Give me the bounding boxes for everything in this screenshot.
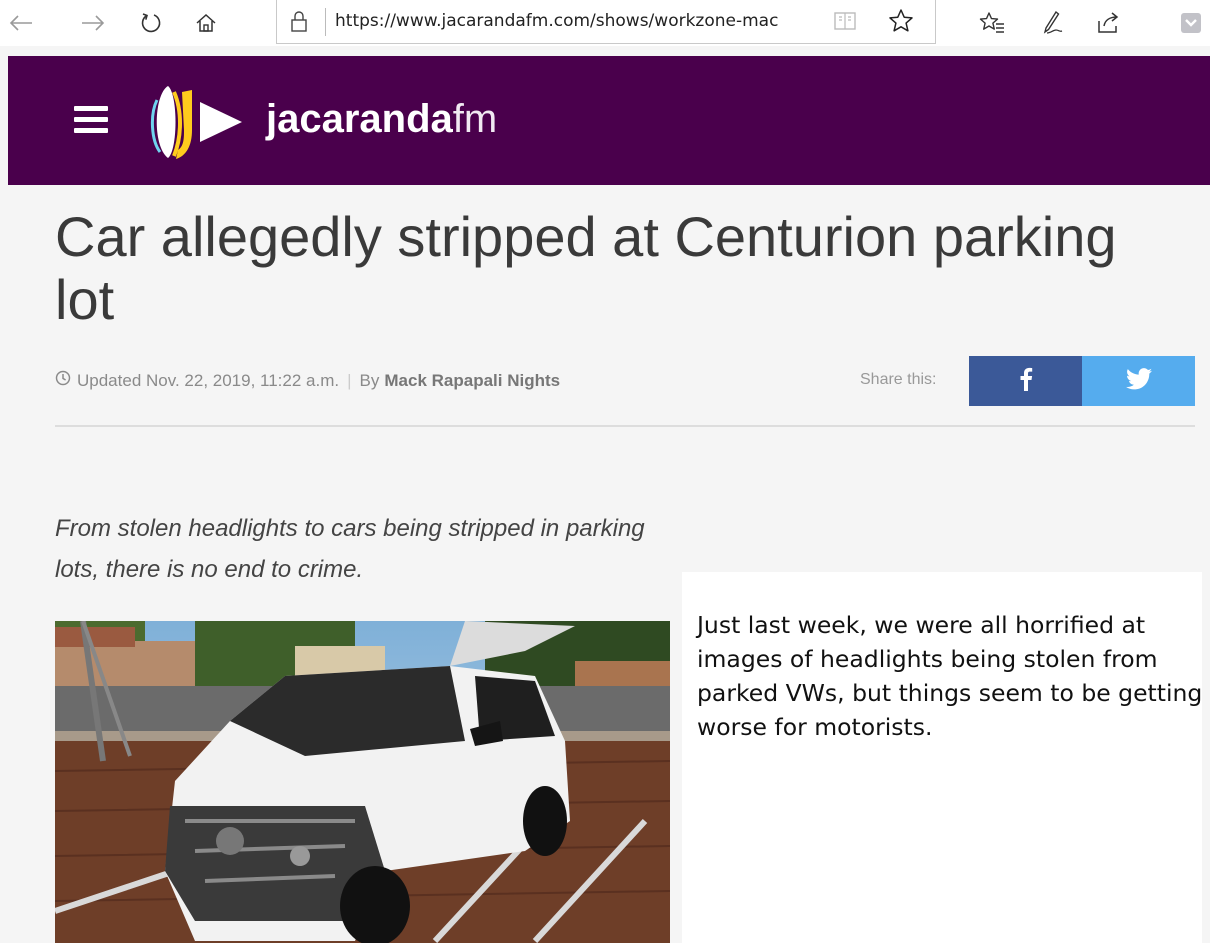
- meta-divider: [55, 425, 1195, 427]
- twitter-icon: [1125, 367, 1152, 395]
- favorites-list-icon[interactable]: [975, 6, 1009, 40]
- browser-toolbar: https://www.jacarandafm.com/shows/workzo…: [0, 0, 1210, 46]
- pocket-icon[interactable]: [1176, 6, 1206, 40]
- address-bar[interactable]: https://www.jacarandafm.com/shows/workzo…: [276, 0, 936, 44]
- byline-prefix: By: [359, 370, 380, 390]
- lock-icon: [289, 10, 309, 39]
- back-icon[interactable]: [4, 6, 38, 40]
- address-divider: [325, 8, 326, 36]
- site-header: jacarandafm: [8, 56, 1210, 185]
- logo-fm-text: fm: [452, 97, 498, 141]
- favorite-star-icon[interactable]: [887, 7, 915, 40]
- article-title: Car allegedly stripped at Centurion park…: [55, 205, 1117, 331]
- clock-icon: [55, 370, 71, 391]
- author-link[interactable]: Mack Rapapali Nights: [384, 371, 560, 391]
- jacaranda-logo-icon[interactable]: [148, 80, 246, 164]
- updated-timestamp: Updated Nov. 22, 2019, 11:22 a.m.: [77, 370, 340, 390]
- reading-view-icon[interactable]: [833, 10, 857, 37]
- share-label: Share this:: [860, 371, 937, 388]
- article-intro: From stolen headlights to cars being str…: [55, 515, 645, 583]
- forward-icon[interactable]: [76, 6, 110, 40]
- share-icon[interactable]: [1092, 6, 1126, 40]
- url-text[interactable]: https://www.jacarandafm.com/shows/workzo…: [335, 11, 778, 31]
- article-body-text: Just last week, we were all horrified at…: [697, 611, 1203, 741]
- menu-icon[interactable]: [74, 106, 108, 133]
- home-icon[interactable]: [189, 6, 223, 40]
- logo-bold-text: jacaranda: [266, 97, 453, 141]
- facebook-icon: [1019, 367, 1033, 396]
- article-photo: [55, 621, 670, 943]
- web-note-icon[interactable]: [1036, 6, 1070, 40]
- site-logo-text[interactable]: jacarandafm: [266, 96, 497, 142]
- meta-separator: |: [347, 370, 352, 390]
- share-twitter-button[interactable]: [1082, 356, 1195, 406]
- refresh-icon[interactable]: [134, 6, 168, 40]
- share-facebook-button[interactable]: [969, 356, 1082, 406]
- article-meta: Updated Nov. 22, 2019, 11:22 a.m. | By M…: [55, 370, 560, 391]
